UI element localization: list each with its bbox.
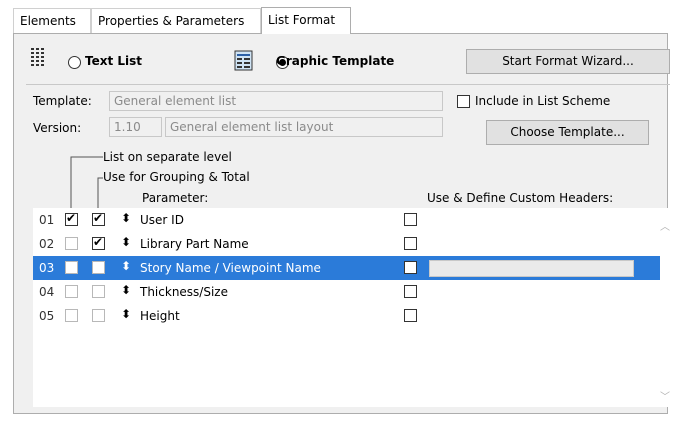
list-item[interactable]: 02 ⬍ Library Part Name (33, 232, 660, 256)
tab-label: List Format (268, 13, 336, 27)
template-field: General element list (109, 91, 443, 111)
grouping-total-checkbox[interactable] (92, 211, 105, 226)
separate-level-checkbox[interactable] (65, 211, 78, 226)
tab-elements[interactable]: Elements (13, 8, 91, 33)
sort-arrows-icon[interactable]: ⬍ (121, 235, 131, 249)
parameter-name: Story Name / Viewpoint Name (140, 261, 321, 275)
parameter-name: User ID (140, 213, 184, 227)
list-item[interactable]: 01 ⬍ User ID (33, 208, 660, 232)
use-for-grouping-total-label: Use for Grouping & Total (103, 170, 250, 184)
text-list-radio[interactable] (68, 56, 81, 69)
row-number: 04 (39, 285, 55, 299)
row-number: 02 (39, 237, 55, 251)
list-item[interactable]: 04 ⬍ Thickness/Size (33, 280, 660, 304)
start-format-wizard-button[interactable]: Start Format Wizard... (466, 49, 670, 74)
separate-level-checkbox[interactable] (65, 237, 78, 250)
choose-template-button[interactable]: Choose Template... (486, 120, 649, 145)
button-label: Choose Template... (510, 125, 625, 139)
sort-arrows-icon[interactable]: ⬍ (121, 211, 131, 225)
tab-label: Properties & Parameters (98, 14, 245, 28)
sort-arrows-icon[interactable]: ⬍ (121, 307, 131, 321)
parameter-name: Library Part Name (140, 237, 249, 251)
version-label: Version: (33, 121, 82, 135)
custom-header-checkbox[interactable] (404, 237, 417, 250)
separate-level-checkbox[interactable] (65, 285, 78, 298)
sort-arrows-icon[interactable]: ⬍ (121, 259, 131, 273)
grouping-total-checkbox[interactable] (92, 309, 105, 322)
include-in-list-scheme-label: Include in List Scheme (475, 94, 611, 108)
separate-level-checkbox[interactable] (65, 261, 78, 274)
row-number: 03 (39, 261, 55, 275)
custom-headers-header: Use & Define Custom Headers: (427, 191, 614, 205)
tab-label: Elements (20, 14, 76, 28)
include-in-list-scheme-checkbox[interactable] (457, 95, 470, 108)
custom-header-checkbox[interactable] (404, 213, 417, 226)
parameter-list[interactable]: 01 ⬍ User ID 02 ⬍ Library Part Name 03 ⬍… (33, 208, 673, 407)
button-label: Start Format Wizard... (502, 54, 634, 68)
version-description-field: General element list layout (165, 117, 443, 137)
custom-header-checkbox[interactable] (404, 285, 417, 298)
graphic-template-label: Graphic Template (276, 54, 395, 68)
divider (26, 84, 670, 85)
separate-level-checkbox[interactable] (65, 309, 78, 322)
graphic-template-icon (234, 50, 254, 75)
text-list-label: Text List (85, 54, 143, 68)
scroll-up-icon[interactable]: ︿ (660, 218, 670, 233)
tab-properties-parameters[interactable]: Properties & Parameters (91, 8, 261, 33)
custom-header-checkbox[interactable] (404, 261, 417, 274)
tab-list-format[interactable]: List Format (261, 7, 351, 34)
custom-header-checkbox[interactable] (404, 309, 417, 322)
grouping-total-checkbox[interactable] (92, 285, 105, 298)
list-item[interactable]: 05 ⬍ Height (33, 304, 660, 328)
text-list-icon (29, 44, 61, 71)
list-item-selected[interactable]: 03 ⬍ Story Name / Viewpoint Name (33, 256, 660, 280)
scroll-down-icon[interactable]: ﹀ (660, 388, 670, 403)
row-number: 05 (39, 309, 55, 323)
parameter-name: Thickness/Size (140, 285, 228, 299)
template-label: Template: (33, 94, 92, 108)
custom-header-input[interactable] (429, 260, 634, 277)
sort-arrows-icon[interactable]: ⬍ (121, 283, 131, 297)
row-number: 01 (39, 213, 55, 227)
grouping-total-checkbox[interactable] (92, 261, 105, 274)
list-on-separate-level-label: List on separate level (103, 150, 232, 164)
version-number-field: 1.10 (109, 117, 162, 137)
parameter-header: Parameter: (142, 191, 209, 205)
parameter-name: Height (140, 309, 180, 323)
grouping-total-checkbox[interactable] (92, 235, 105, 250)
